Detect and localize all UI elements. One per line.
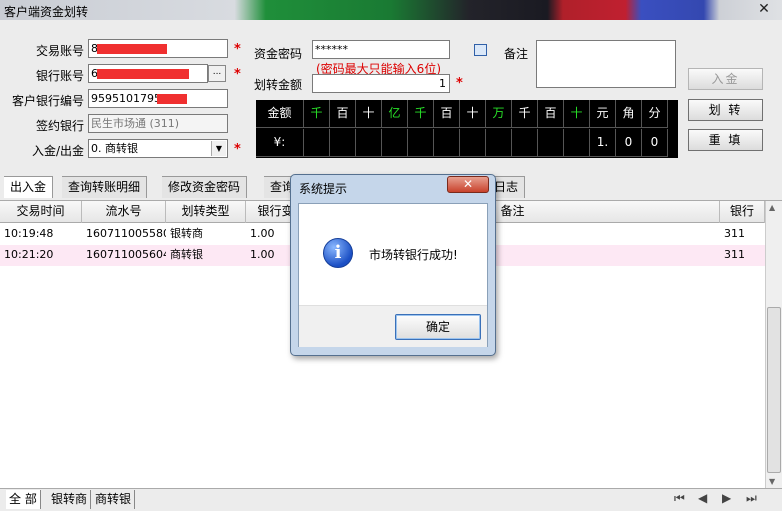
amount-grid-header-cell: 百 (434, 100, 460, 128)
vertical-scrollbar[interactable]: ▲ ▼ (765, 201, 782, 489)
deposit-button[interactable]: 入金 (688, 68, 763, 90)
info-icon: i (323, 238, 353, 268)
window-title: 客户端资金划转 (4, 5, 89, 19)
amount-grid-header-cell: 百 (330, 100, 356, 128)
calendar-icon[interactable] (474, 44, 487, 56)
required-star: * (234, 42, 241, 57)
masked-value (157, 94, 187, 104)
amount-grid-header-cell: 千 (408, 100, 434, 128)
direction-label: 入金/出金 (31, 144, 84, 158)
col-time[interactable]: 交易时间 (0, 201, 82, 223)
fund-pwd-label: 资金密码 (253, 47, 302, 61)
amount-grid-value-cell (538, 129, 564, 157)
note-label: 备注 (503, 47, 528, 61)
direction-select[interactable]: 0. 商转银 ▼ (88, 139, 228, 158)
required-star: * (234, 142, 241, 157)
amount-grid-header-cell: 金额 (256, 100, 304, 128)
account-field[interactable]: 8 (88, 39, 228, 58)
dialog-close-icon[interactable]: ✕ (447, 176, 489, 193)
account-label: 交易账号 (35, 44, 84, 58)
amount-grid-value-cell: 0 (616, 129, 642, 157)
amount-grid-header-cell: 角 (616, 100, 642, 128)
ok-button[interactable]: 确定 (395, 314, 481, 340)
tab-change-password[interactable]: 修改资金密码 (162, 176, 248, 198)
note-textarea[interactable] (536, 40, 676, 88)
bank-account-field[interactable]: 6 (88, 64, 208, 83)
amount-grid-value-cell: 1. (590, 129, 616, 157)
amount-field[interactable]: 1 (312, 74, 450, 93)
required-star: * (234, 67, 241, 82)
amount-grid-header-cell: 千 (304, 100, 330, 128)
amount-digit-grid: 金额千百十亿千百十万千百十元角分 ¥: 1. 0 0 (256, 100, 678, 158)
amount-grid-header-cell: 亿 (382, 100, 408, 128)
first-page-icon[interactable]: ⏮ (674, 491, 685, 506)
masked-value (97, 44, 167, 54)
amount-grid-value-cell: ¥: (256, 129, 304, 157)
col-type[interactable]: 划转类型 (166, 201, 246, 223)
dialog-footer: 确定 (299, 305, 487, 347)
sign-bank-field: 民生市场通 (311) (88, 114, 228, 133)
col-bank[interactable]: 银行 (720, 201, 765, 223)
dialog-title: 系统提示 (299, 182, 348, 196)
tab-transfer-detail[interactable]: 查询转账明细 (62, 176, 148, 198)
amount-grid-value-cell (486, 129, 512, 157)
client-bank-no-label: 客户银行编号 (11, 94, 84, 108)
amount-grid-value-cell (564, 129, 590, 157)
amount-grid-header-cell: 十 (564, 100, 590, 128)
amount-grid-header-cell: 元 (590, 100, 616, 128)
col-serial[interactable]: 流水号 (82, 201, 166, 223)
filter-bank-to-market[interactable]: 银转商 (48, 490, 92, 509)
amount-grid-header-cell: 分 (642, 100, 668, 128)
more-button[interactable]: ... (208, 65, 226, 82)
amount-grid-value-cell (512, 129, 538, 157)
window-titlebar: 客户端资金划转 ✕ (0, 0, 782, 20)
dialog-body: i 市场转银行成功! 确定 (298, 203, 488, 347)
client-bank-no-field[interactable]: 9595101795 (88, 89, 228, 108)
bank-account-label: 银行账号 (35, 69, 84, 83)
tab-deposit-withdraw[interactable]: 出入金 (4, 176, 54, 198)
system-message-dialog: 系统提示 ✕ i 市场转银行成功! 确定 (290, 174, 496, 356)
close-icon[interactable]: ✕ (752, 1, 776, 18)
filter-all[interactable]: 全 部 (6, 490, 41, 509)
amount-grid-header-cell: 千 (512, 100, 538, 128)
amount-grid-header-cell: 十 (356, 100, 382, 128)
scrollbar-thumb[interactable] (767, 307, 781, 473)
reset-button[interactable]: 重 填 (688, 129, 763, 151)
amount-grid-header-cell: 百 (538, 100, 564, 128)
prev-page-icon[interactable]: ◀ (698, 491, 707, 505)
sign-bank-label: 签约银行 (35, 119, 84, 133)
bottom-filter-bar: 全 部 银转商 商转银 ⏮ ◀ ▶ ⏭ (0, 488, 782, 511)
next-page-icon[interactable]: ▶ (722, 491, 731, 505)
filter-market-to-bank[interactable]: 商转银 (92, 490, 136, 509)
amount-grid-value-cell (356, 129, 382, 157)
amount-grid-value-cell (434, 129, 460, 157)
amount-grid-value-cell (460, 129, 486, 157)
amount-grid-header-cell: 万 (486, 100, 512, 128)
dialog-message: 市场转银行成功! (369, 248, 458, 262)
fund-pwd-field[interactable]: ****** (312, 40, 450, 59)
amount-grid-value-cell: 0 (642, 129, 668, 157)
amount-label: 划转金额 (253, 78, 302, 92)
amount-grid-value-cell (330, 129, 356, 157)
required-star: * (456, 76, 463, 91)
masked-value (97, 69, 189, 79)
amount-grid-value-cell (304, 129, 330, 157)
amount-grid-value-cell (382, 129, 408, 157)
amount-grid-header: 金额千百十亿千百十万千百十元角分 (256, 100, 678, 129)
amount-grid-header-cell: 十 (460, 100, 486, 128)
chevron-down-icon[interactable]: ▼ (211, 141, 226, 156)
scroll-up-icon[interactable]: ▲ (769, 203, 775, 212)
scroll-down-icon[interactable]: ▼ (769, 477, 775, 486)
last-page-icon[interactable]: ⏭ (746, 491, 757, 506)
amount-grid-values: ¥: 1. 0 0 (256, 129, 678, 158)
transfer-button[interactable]: 划 转 (688, 99, 763, 121)
amount-grid-value-cell (408, 129, 434, 157)
